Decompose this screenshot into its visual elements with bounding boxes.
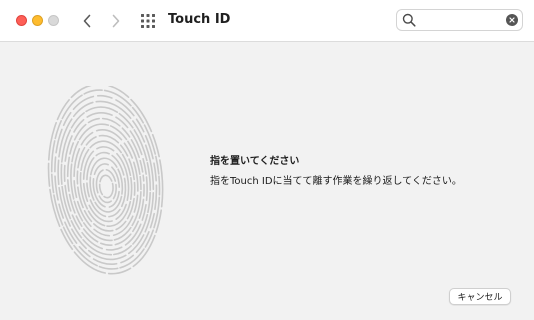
fingerprint-icon	[47, 86, 164, 275]
chevron-left-icon	[83, 14, 91, 28]
instruction-heading: 指を置いてください	[210, 156, 300, 167]
minimize-window-button[interactable]	[32, 15, 43, 26]
window-title: Touch ID	[168, 12, 231, 27]
close-window-button[interactable]	[16, 15, 27, 26]
zoom-window-button[interactable]	[48, 15, 59, 26]
touch-id-window: Touch ID 指を置いてください 指をTouch IDに当てて離す作業を繰り…	[0, 0, 534, 320]
title-bar: Touch ID	[0, 0, 534, 42]
clear-search-button[interactable]	[506, 14, 518, 26]
search-field[interactable]	[396, 9, 523, 31]
chevron-right-icon	[112, 14, 120, 28]
instruction-text: 指をTouch IDに当てて離す作業を繰り返してください。	[210, 176, 462, 187]
show-all-button[interactable]	[140, 13, 156, 29]
search-input[interactable]	[421, 12, 501, 28]
forward-button[interactable]	[106, 11, 126, 31]
grid-icon	[141, 14, 155, 28]
search-icon	[402, 13, 416, 27]
clear-icon	[509, 17, 515, 23]
back-button[interactable]	[77, 11, 97, 31]
cancel-button[interactable]: キャンセル	[449, 288, 511, 305]
